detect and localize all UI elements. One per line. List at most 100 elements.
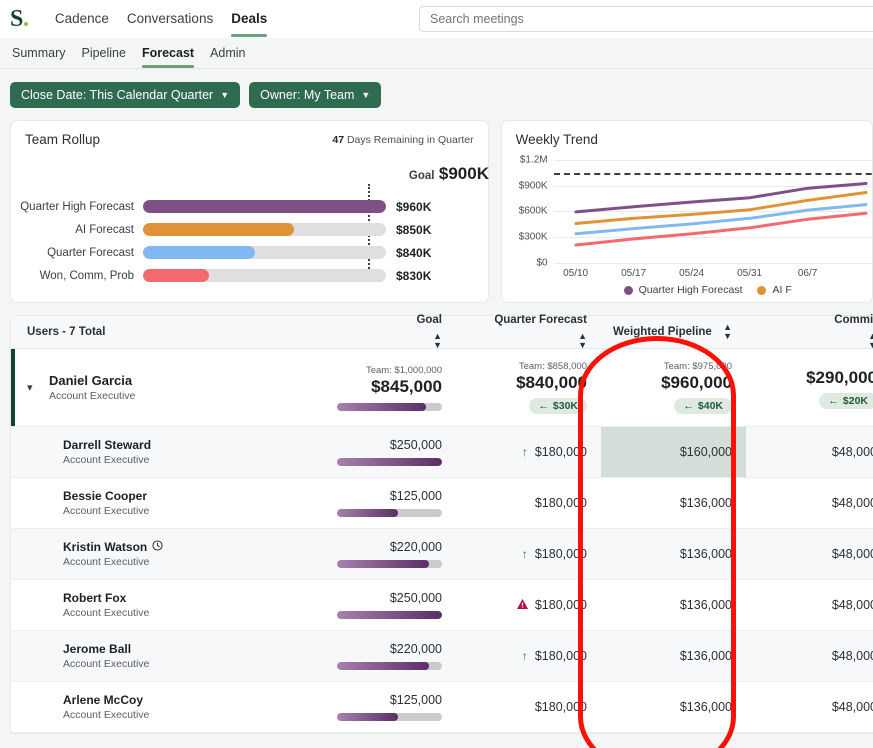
column-header-weighted-pipeline[interactable]: Weighted Pipeline ▲ ▼ (601, 323, 746, 341)
legend-item[interactable]: AI F (757, 284, 792, 296)
weighted-pipeline-cell: $136,000 (601, 529, 746, 579)
column-header-weighted-pipeline-label: Weighted Pipeline (613, 326, 712, 338)
gridline (553, 263, 872, 264)
arrow-up-icon: ↑ (521, 547, 528, 561)
y-axis-tick: $900K (518, 180, 548, 192)
rollup-bar-fill (143, 223, 294, 236)
chevron-down-icon[interactable]: ▾ (27, 381, 39, 394)
table-row[interactable]: Robert Fox Account Executive $250,000 $180,… (11, 580, 873, 631)
sort-icon[interactable]: ▲ ▼ (578, 332, 587, 350)
app-logo[interactable]: S (10, 7, 28, 31)
goal-value: $900K (438, 164, 489, 183)
filter-owner[interactable]: Owner: My Team ▼ (249, 82, 382, 108)
delta-badge: ← $20K (819, 392, 873, 409)
quarter-forecast-value: $180,000 (534, 547, 587, 561)
column-header-goal[interactable]: Goal ▲ ▼ (311, 314, 456, 350)
arrow-up-icon: ↑ (521, 649, 528, 663)
weekly-trend-chart: $0 $300K $600K $900K $1.2M 05/10 05/17 05/24 05… (502, 153, 872, 279)
filter-close-date-label: Close Date: This Calendar Quarter (21, 88, 214, 102)
commit-cell: $48,000 (746, 682, 873, 732)
commit-cell: $48,000 (746, 478, 873, 528)
sort-icon[interactable]: ▲ ▼ (723, 323, 732, 341)
quarter-forecast-cell: $180,000 (456, 682, 601, 732)
user-role: Account Executive (63, 658, 150, 670)
forecast-table: Users - 7 Total Goal ▲ ▼ Quarter Forecast… (10, 314, 873, 734)
nav-item-cadence[interactable]: Cadence (46, 1, 118, 37)
weighted-pipeline-value: $136,000 (679, 496, 732, 510)
commit-cell: $48,000 (746, 427, 873, 477)
table-row[interactable]: Jerome Ball Account Executive $220,000 ↑ $18… (11, 631, 873, 682)
tab-pipeline[interactable]: Pipeline (73, 39, 133, 68)
tab-admin[interactable]: Admin (202, 39, 253, 68)
search-input[interactable] (419, 6, 873, 32)
table-row[interactable]: Arlene McCoy Account Executive $125,000 $18… (11, 682, 873, 733)
user-name: Kristin Watson (63, 540, 163, 554)
user-cell[interactable]: Arlene McCoy Account Executive (11, 682, 311, 732)
weighted-pipeline-cell: $136,000 (601, 580, 746, 630)
rollup-bar-track (143, 223, 386, 236)
quarter-forecast-cell: ↑ $180,000 (456, 529, 601, 579)
chevron-down-icon: ▼ (220, 90, 230, 100)
legend-color-dot (757, 285, 767, 295)
user-name: Jerome Ball (63, 642, 132, 656)
nav-item-deals[interactable]: Deals (222, 1, 276, 37)
column-header-commit-label: Commit (834, 314, 873, 326)
rollup-bar-track (143, 269, 386, 282)
sort-icon[interactable]: ▲ ▼ (433, 332, 442, 350)
weighted-pipeline-cell: $136,000 (601, 631, 746, 681)
table-row[interactable]: Kristin Watson Account Executive $220,000 ↑… (11, 529, 873, 580)
legend-item[interactable]: Quarter High Forecast (623, 284, 742, 296)
user-cell[interactable]: Bessie Cooper Account Executive (11, 478, 311, 528)
quarter-forecast-value: $180,000 (534, 496, 587, 510)
goal-cell: $250,000 (311, 580, 456, 630)
team-weighted-pipeline-subtext: Team: $975,000 (663, 361, 732, 372)
user-cell[interactable]: ▾ Daniel Garcia Account Executive (11, 349, 311, 426)
goal-progress-track (337, 611, 442, 619)
table-row-parent[interactable]: ▾ Daniel Garcia Account Executive Team: $1,… (11, 349, 873, 427)
commit-cell: $48,000 (746, 580, 873, 630)
tab-summary[interactable]: Summary (4, 39, 73, 68)
goal-cell: $125,000 (311, 682, 456, 732)
user-cell[interactable]: Darrell Steward Account Executive (11, 427, 311, 477)
goal-value: $845,000 (371, 376, 442, 396)
chevron-down-icon: ▼ (361, 90, 371, 100)
goal-progress-fill (337, 402, 427, 411)
rollup-bar-row: AI Forecast $850K (11, 218, 488, 241)
delta-value: $40K (697, 400, 723, 412)
user-cell[interactable]: Kristin Watson Account Executive (11, 529, 311, 579)
rollup-bar-fill (143, 246, 255, 259)
rollup-bar-label: AI Forecast (75, 223, 134, 236)
quarter-forecast-value: $840,000 (516, 373, 587, 392)
sub-navigation-bar: Summary Pipeline Forecast Admin (0, 38, 873, 69)
sort-icon[interactable]: ▲ ▼ (868, 332, 873, 350)
column-header-quarter-forecast[interactable]: Quarter Forecast ▲ ▼ (456, 314, 601, 350)
rollup-bar-value: $850K (396, 222, 432, 237)
commit-value: $290,000 (806, 367, 873, 387)
table-row[interactable]: Darrell Steward Account Executive $250,000… (11, 427, 873, 478)
nav-item-conversations[interactable]: Conversations (118, 1, 222, 37)
tab-forecast[interactable]: Forecast (134, 39, 202, 68)
rollup-bar-track (143, 246, 386, 259)
commit-value: $48,000 (831, 649, 873, 663)
commit-value: $48,000 (831, 700, 873, 714)
summary-cards-row: Team Rollup 47 Days Remaining in Quarter… (0, 108, 873, 303)
x-axis-tick: 06/7 (797, 268, 818, 279)
filter-bar: Close Date: This Calendar Quarter ▼ Owne… (0, 69, 873, 108)
user-role: Account Executive (63, 505, 150, 517)
arrow-left-icon: ← (683, 400, 694, 412)
filter-close-date[interactable]: Close Date: This Calendar Quarter ▼ (10, 82, 241, 108)
table-row[interactable]: Bessie Cooper Account Executive $125,000 $1… (11, 478, 873, 529)
commit-value: $48,000 (831, 496, 873, 510)
column-header-commit[interactable]: Commit ▲ ▼ (746, 314, 873, 350)
user-name: Robert Fox (63, 591, 127, 605)
rollup-bar-value: $840K (396, 245, 432, 260)
user-role: Account Executive (63, 454, 150, 466)
goal-progress-track (337, 713, 442, 721)
quarter-forecast-value: $180,000 (534, 649, 587, 663)
goal-progress-fill (337, 611, 442, 619)
user-cell[interactable]: Jerome Ball Account Executive (11, 631, 311, 681)
rollup-bar-value: $960K (396, 199, 432, 214)
user-cell[interactable]: Robert Fox Account Executive (11, 580, 311, 630)
goal-cell: Team: $1,000,000 $845,000 (311, 349, 456, 426)
goal-cell: $125,000 (311, 478, 456, 528)
